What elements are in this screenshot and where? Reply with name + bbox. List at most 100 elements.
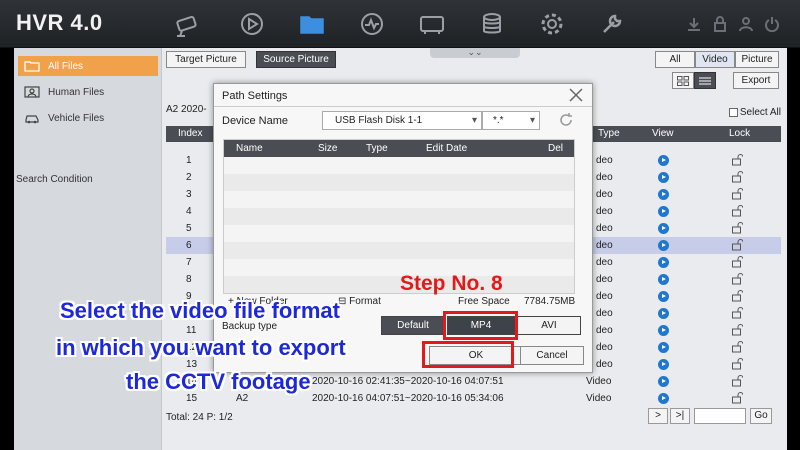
backup-type-avi-button[interactable]: AVI	[517, 316, 581, 335]
play-icon[interactable]	[658, 308, 669, 319]
dialog-divider	[214, 106, 592, 107]
unlock-icon[interactable]	[731, 290, 743, 302]
sidebar-item-vehicle-files[interactable]: Vehicle Files	[18, 108, 158, 128]
play-icon[interactable]	[658, 223, 669, 234]
play-icon[interactable]	[658, 274, 669, 285]
go-button[interactable]: Go	[750, 408, 772, 424]
row-type: deo	[596, 291, 613, 302]
last-page-button[interactable]: >|	[670, 408, 690, 424]
sidebar-item-label: All Files	[48, 60, 84, 72]
play-icon[interactable]	[658, 393, 669, 404]
play-icon[interactable]	[658, 325, 669, 336]
chevron-down-icon: ▾	[471, 115, 477, 126]
file-filter-select[interactable]: *.* ▾	[482, 111, 540, 130]
vehicle-icon	[25, 115, 39, 124]
top-navigation-bar: HVR 4.0	[0, 0, 800, 48]
user-icon[interactable]	[738, 16, 754, 32]
channel-range-label: A2 2020-	[166, 104, 207, 115]
camera-icon[interactable]	[164, 8, 212, 40]
unlock-icon[interactable]	[731, 222, 743, 234]
analytics-icon[interactable]	[348, 8, 396, 40]
row-type: deo	[596, 359, 613, 370]
device-name-select[interactable]: USB Flash Disk 1-1 ▾	[322, 111, 482, 130]
free-space-value: 7784.75MB	[524, 296, 576, 307]
dialog-title: Path Settings	[222, 90, 288, 102]
download-icon[interactable]	[686, 16, 702, 32]
grid-view-icon[interactable]	[672, 72, 694, 89]
target-picture-button[interactable]: Target Picture	[166, 51, 246, 68]
column-name: Name	[236, 143, 263, 154]
checkbox-box[interactable]	[728, 108, 738, 117]
collapse-toggle[interactable]: ⌄⌄	[430, 48, 520, 58]
device-file-table-header: Name Size Type Edit Date Del	[224, 140, 574, 157]
filter-video-button[interactable]: Video	[695, 51, 735, 68]
unlock-icon[interactable]	[731, 392, 743, 404]
play-icon[interactable]	[658, 291, 669, 302]
filter-all-button[interactable]: All	[655, 51, 695, 68]
column-index: Index	[178, 128, 203, 139]
sidebar-item-label: Human Files	[48, 86, 105, 98]
unlock-icon[interactable]	[731, 307, 743, 319]
column-view: View	[652, 128, 674, 139]
format-button[interactable]: ⊟ Format	[338, 296, 381, 307]
unlock-icon[interactable]	[731, 205, 743, 217]
chevron-down-icon: ▾	[529, 115, 535, 126]
cancel-button[interactable]: Cancel	[520, 346, 584, 365]
play-icon[interactable]	[658, 189, 669, 200]
next-page-button[interactable]: >	[648, 408, 668, 424]
source-picture-button[interactable]: Source Picture	[256, 51, 336, 68]
unlock-icon[interactable]	[731, 358, 743, 370]
column-size: Size	[318, 143, 338, 154]
file-folder-icon[interactable]	[288, 8, 336, 40]
select-all-checkbox[interactable]: Select All	[728, 107, 781, 118]
unlock-icon[interactable]	[731, 256, 743, 268]
unlock-icon[interactable]	[731, 375, 743, 387]
play-icon[interactable]	[658, 359, 669, 370]
maintenance-icon[interactable]	[588, 8, 636, 40]
unlock-icon[interactable]	[731, 188, 743, 200]
row-index: 5	[186, 223, 192, 234]
power-icon[interactable]	[764, 16, 780, 32]
row-type: Video	[586, 376, 612, 387]
close-icon[interactable]	[568, 87, 584, 103]
mp4-highlight-box	[443, 311, 518, 340]
device-name-value: USB Flash Disk 1-1	[335, 115, 423, 126]
unlock-icon[interactable]	[731, 273, 743, 285]
device-name-label: Device Name	[222, 115, 289, 127]
unlock-icon[interactable]	[731, 154, 743, 166]
settings-icon[interactable]	[528, 8, 576, 40]
sidebar-item-all-files[interactable]: All Files	[18, 56, 158, 76]
row-index: 7	[186, 257, 192, 268]
page-number-input[interactable]	[694, 408, 746, 424]
unlock-icon[interactable]	[731, 239, 743, 251]
unlock-icon[interactable]	[731, 324, 743, 336]
row-type: deo	[596, 342, 613, 353]
play-icon[interactable]	[658, 155, 669, 166]
column-type: Type	[366, 143, 388, 154]
storage-icon[interactable]	[468, 8, 516, 40]
play-icon[interactable]	[658, 206, 669, 217]
play-icon[interactable]	[658, 240, 669, 251]
play-icon[interactable]	[658, 376, 669, 387]
row-type: deo	[596, 155, 613, 166]
pagination-total: Total: 24 P: 1/2	[166, 412, 233, 423]
sidebar-item-human-files[interactable]: Human Files	[18, 82, 158, 102]
play-icon[interactable]	[658, 342, 669, 353]
play-icon[interactable]	[658, 257, 669, 268]
row-type: deo	[596, 206, 613, 217]
playback-icon[interactable]	[228, 8, 276, 40]
row-type: Video	[586, 393, 612, 404]
column-lock: Lock	[729, 128, 751, 139]
list-view-icon[interactable]	[694, 72, 716, 89]
play-icon[interactable]	[658, 172, 669, 183]
filter-picture-button[interactable]: Picture	[735, 51, 779, 68]
lock-screen-icon[interactable]	[712, 16, 728, 32]
row-type: deo	[596, 172, 613, 183]
refresh-icon[interactable]	[558, 112, 574, 128]
device-icon[interactable]	[408, 8, 456, 40]
unlock-icon[interactable]	[731, 341, 743, 353]
column-type: Type	[598, 128, 620, 139]
export-button[interactable]: Export	[733, 72, 779, 89]
backup-type-default-button[interactable]: Default	[381, 316, 445, 335]
unlock-icon[interactable]	[731, 171, 743, 183]
